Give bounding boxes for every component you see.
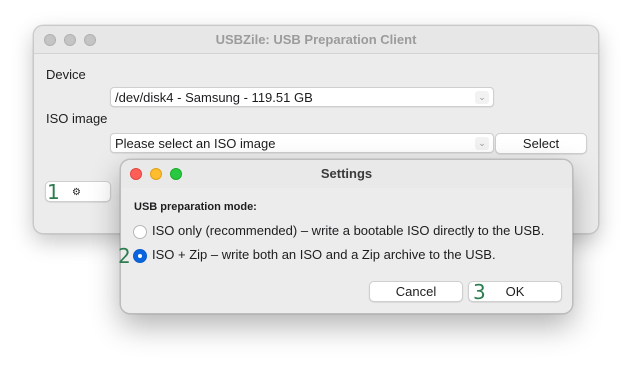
radio-button[interactable]	[133, 225, 147, 239]
ok-button[interactable]: 3 OK	[468, 281, 562, 302]
annotation-2: 2	[118, 244, 131, 268]
annotation-1: 1	[47, 180, 60, 204]
main-titlebar: USBZile: USB Preparation Client	[34, 26, 598, 54]
gear-icon: ⚙	[72, 187, 81, 198]
settings-title: Settings	[320, 166, 373, 181]
iso-image-label: ISO image	[46, 111, 108, 126]
iso-image-dropdown[interactable]: Please select an ISO image ⌄	[110, 133, 494, 153]
radio-button-selected[interactable]	[133, 249, 147, 263]
window-title: USBZile: USB Preparation Client	[215, 32, 417, 47]
iso-image-value: Please select an ISO image	[115, 136, 276, 151]
device-dropdown[interactable]: /dev/disk4 - Samsung - 119.51 GB ⌄	[110, 87, 494, 107]
radio-iso-zip-label: ISO + Zip – write both an ISO and a Zip …	[152, 247, 496, 262]
settings-titlebar: Settings	[121, 160, 572, 188]
chevron-down-icon: ⌄	[475, 137, 489, 150]
settings-button[interactable]: 1 ⚙	[45, 181, 111, 202]
select-iso-button[interactable]: Select	[495, 133, 587, 154]
cancel-button[interactable]: Cancel	[369, 281, 463, 302]
settings-dialog: Settings USB preparation mode: ISO only …	[118, 159, 573, 314]
usb-preparation-mode-label: USB preparation mode:	[134, 201, 257, 213]
device-label: Device	[46, 67, 86, 82]
radio-iso-only-label: ISO only (recommended) – write a bootabl…	[152, 223, 545, 238]
annotation-3: 3	[473, 280, 486, 304]
ok-label: OK	[505, 284, 525, 299]
chevron-down-icon: ⌄	[475, 91, 489, 104]
device-value: /dev/disk4 - Samsung - 119.51 GB	[115, 90, 313, 105]
